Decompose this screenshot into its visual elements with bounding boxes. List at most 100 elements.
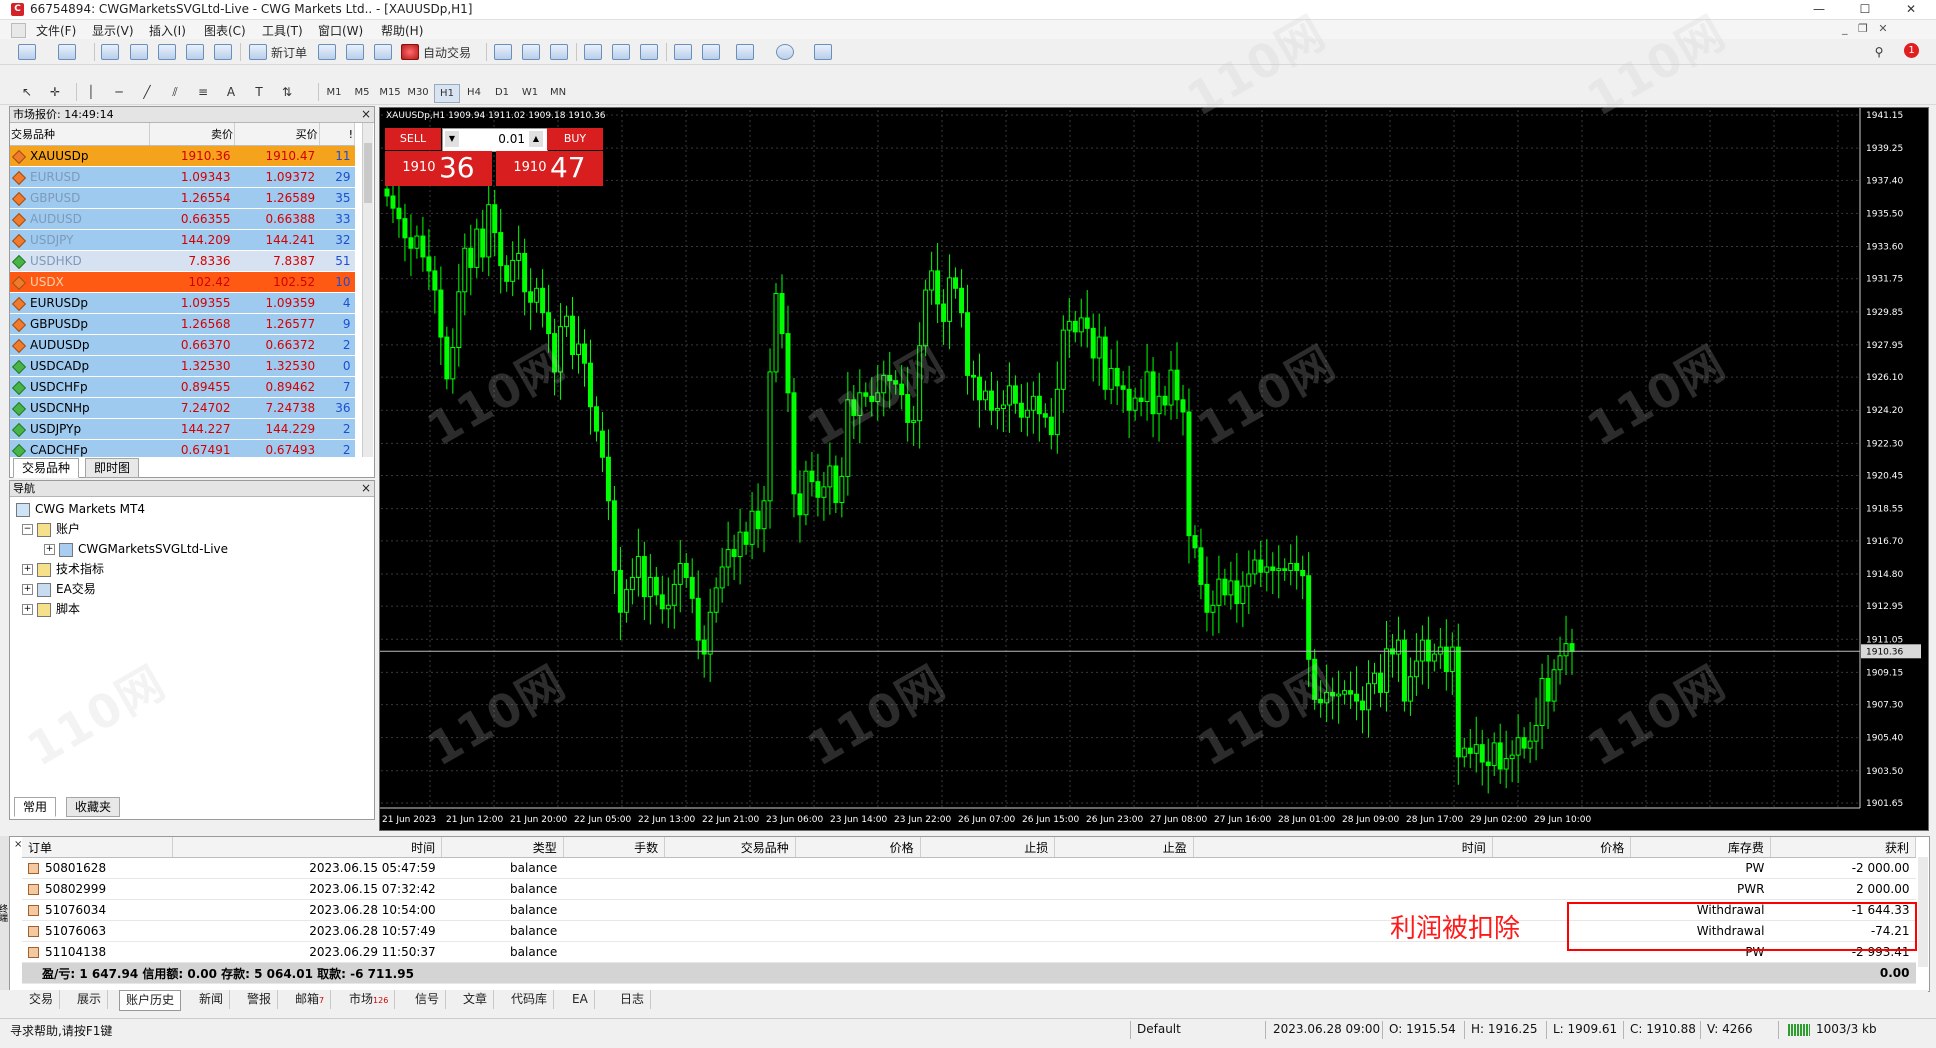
- terminal-tab[interactable]: 文章: [457, 990, 495, 1009]
- nav-scripts[interactable]: + 脚本: [16, 599, 374, 619]
- market-watch-row[interactable]: GBPUSDp 1.26568 1.26577 9: [10, 313, 355, 335]
- buy-button[interactable]: BUY: [547, 128, 603, 150]
- lot-size-value[interactable]: 0.01: [463, 132, 525, 146]
- chart-canvas[interactable]: 1941.15 1939.25 1937.40 1935.50 1933.60 1931.…: [380, 108, 1928, 830]
- nav-account-item[interactable]: + CWGMarketsSVGLtd-Live: [16, 539, 374, 559]
- terminal-tab[interactable]: 展示: [71, 990, 109, 1009]
- periods-icon[interactable]: [776, 43, 794, 61]
- tile-windows-icon[interactable]: [640, 43, 658, 61]
- terminal-tab[interactable]: 警报: [241, 990, 279, 1009]
- expand-icon[interactable]: +: [22, 584, 33, 595]
- timeframe-d1[interactable]: D1: [490, 84, 514, 101]
- horizontal-line-icon[interactable]: ─: [110, 83, 128, 101]
- text-tool-icon[interactable]: A: [222, 83, 240, 101]
- market-watch-row[interactable]: USDCNHp 7.24702 7.24738 36: [10, 397, 355, 419]
- terminal-tab[interactable]: 账户历史: [119, 990, 182, 1011]
- market-watch-row[interactable]: USDCHFp 0.89455 0.89462 7: [10, 376, 355, 398]
- market-watch-close-button[interactable]: ×: [361, 107, 371, 122]
- auto-trading-button[interactable]: 自动交易: [401, 43, 471, 61]
- nav-experts[interactable]: + EA交易: [16, 579, 374, 599]
- timeframe-mn[interactable]: MN: [546, 84, 570, 101]
- sell-price-button[interactable]: 1910 36: [385, 151, 492, 186]
- tab-tick-chart[interactable]: 即时图: [85, 458, 140, 478]
- timeframe-w1[interactable]: W1: [518, 84, 542, 101]
- templates-icon[interactable]: [814, 43, 832, 61]
- market-watch-scrollbar[interactable]: [362, 123, 373, 457]
- timeframe-m5[interactable]: M5: [350, 84, 374, 101]
- cursor-icon[interactable]: ↖: [18, 83, 36, 101]
- channel-icon[interactable]: ⫽: [166, 83, 184, 101]
- terminal-tab[interactable]: 市场126: [343, 990, 396, 1009]
- col-bid[interactable]: 卖价: [149, 123, 235, 146]
- menu-file[interactable]: 文件(F): [36, 22, 76, 39]
- market-watch-row[interactable]: USDCADp 1.32530 1.32530 0: [10, 355, 355, 377]
- menu-charts[interactable]: 图表(C): [204, 22, 246, 39]
- maximize-button[interactable]: ☐: [1842, 0, 1888, 19]
- navigator-close-button[interactable]: ×: [361, 481, 371, 496]
- terminal-close-button[interactable]: ×: [14, 839, 1926, 850]
- nav-indicators[interactable]: + 技术指标: [16, 559, 374, 579]
- nav-root[interactable]: CWG Markets MT4: [16, 499, 374, 519]
- market-watch-row[interactable]: AUDUSD 0.66355 0.66388 33: [10, 208, 355, 230]
- new-order-button[interactable]: 新订单: [249, 43, 307, 61]
- col-symbol[interactable]: 交易品种: [10, 123, 151, 146]
- minimize-button[interactable]: —: [1796, 0, 1842, 19]
- tester-icon[interactable]: [214, 43, 232, 61]
- collapse-icon[interactable]: −: [22, 524, 33, 535]
- metaeditor-icon[interactable]: [318, 43, 336, 61]
- indicators-icon[interactable]: [736, 43, 754, 61]
- tab-common[interactable]: 常用: [14, 797, 57, 817]
- terminal-icon[interactable]: [186, 43, 204, 61]
- market-watch-row[interactable]: USDHKD 7.8336 7.8387 51: [10, 250, 355, 272]
- close-button[interactable]: ✕: [1888, 0, 1934, 19]
- zoom-out-icon[interactable]: [612, 43, 630, 61]
- menu-tools[interactable]: 工具(T): [262, 22, 303, 39]
- expand-icon[interactable]: +: [22, 604, 33, 615]
- autoscroll-icon[interactable]: [674, 43, 692, 61]
- market-watch-row[interactable]: EURUSDp 1.09355 1.09359 4: [10, 292, 355, 314]
- history-row[interactable]: 50802999 2023.06.15 07:32:42 balance PWR 2 0…: [22, 878, 1916, 900]
- profiles-icon[interactable]: [58, 43, 76, 61]
- nav-accounts[interactable]: − 账户: [16, 519, 374, 539]
- timeframe-h1[interactable]: H1: [434, 84, 460, 103]
- terminal-scrollbar[interactable]: [1918, 857, 1928, 967]
- tab-symbols[interactable]: 交易品种: [13, 458, 80, 478]
- terminal-tab[interactable]: 代码库: [505, 990, 555, 1009]
- chart-shift-icon[interactable]: [702, 43, 720, 61]
- crosshair-icon[interactable]: ✛: [46, 83, 64, 101]
- terminal-tab[interactable]: 日志: [614, 990, 652, 1009]
- market-watch-row[interactable]: AUDUSDp 0.66370 0.66372 2: [10, 334, 355, 356]
- expand-icon[interactable]: +: [44, 544, 55, 555]
- price-chart[interactable]: 1941.15 1939.25 1937.40 1935.50 1933.60 1931.…: [379, 107, 1929, 831]
- data-window-icon[interactable]: [130, 43, 148, 61]
- search-icon[interactable]: ⚲: [1870, 43, 1888, 61]
- timeframe-m30[interactable]: M30: [406, 84, 430, 101]
- market-watch-row[interactable]: GBPUSD 1.26554 1.26589 35: [10, 187, 355, 209]
- fibonacci-icon[interactable]: ≡: [194, 83, 212, 101]
- bar-chart-icon[interactable]: [494, 43, 512, 61]
- terminal-tab[interactable]: EA: [566, 990, 595, 1009]
- sell-button[interactable]: SELL: [385, 128, 441, 150]
- menu-help[interactable]: 帮助(H): [381, 22, 423, 39]
- zoom-in-icon[interactable]: [584, 43, 602, 61]
- market-watch-row[interactable]: USDX 102.42 102.52 10: [10, 271, 355, 293]
- child-window-controls[interactable]: _ ❐ ✕: [1842, 22, 1888, 35]
- market-watch-icon[interactable]: [101, 43, 119, 61]
- signals-icon[interactable]: [374, 43, 392, 61]
- timeframe-m15[interactable]: M15: [378, 84, 402, 101]
- timeframe-m1[interactable]: M1: [322, 84, 346, 101]
- lot-decrease-icon[interactable]: ▼: [445, 131, 459, 147]
- trendline-icon[interactable]: ╱: [138, 83, 156, 101]
- options-icon[interactable]: [346, 43, 364, 61]
- vertical-line-icon[interactable]: │: [82, 83, 100, 101]
- lot-size-input[interactable]: ▼ 0.01 ▲: [442, 128, 548, 152]
- terminal-tab[interactable]: 交易: [23, 990, 61, 1009]
- history-row[interactable]: 50801628 2023.06.15 05:47:59 balance PW -2 0…: [22, 857, 1916, 879]
- tab-favorites[interactable]: 收藏夹: [66, 797, 121, 817]
- arrows-icon[interactable]: ⇅: [278, 83, 296, 101]
- market-watch-row[interactable]: CADCHFp 0.67491 0.67493 2: [10, 439, 355, 457]
- market-watch-row[interactable]: USDJPY 144.209 144.241 32: [10, 229, 355, 251]
- candlesticks-icon[interactable]: [522, 43, 540, 61]
- market-watch-row[interactable]: EURUSD 1.09343 1.09372 29: [10, 166, 355, 188]
- new-chart-icon[interactable]: [18, 43, 36, 61]
